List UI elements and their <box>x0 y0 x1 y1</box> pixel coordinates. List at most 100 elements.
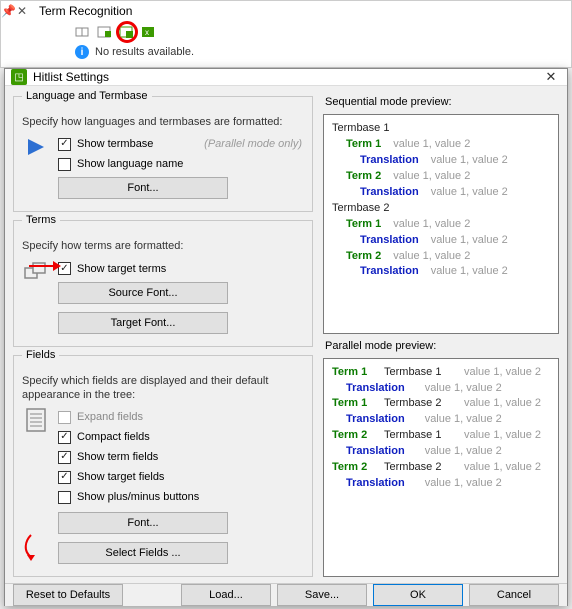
term-recognition-panel: 📌 ✕ Term Recognition x i No results avai… <box>0 0 572 68</box>
preview-text: value 1, value 2 <box>393 138 470 150</box>
preview-text: value 1, value 2 <box>431 186 508 198</box>
preview-text: Term 2 <box>332 460 376 476</box>
font-button-fields[interactable]: Font... <box>58 512 228 534</box>
group-desc: Specify how languages and termbases are … <box>22 115 304 129</box>
label-expand-fields: Expand fields <box>77 411 143 423</box>
group-desc: Specify how terms are formatted: <box>22 239 304 253</box>
checkbox-show-termbase[interactable]: ✓ <box>58 138 71 151</box>
sequential-preview-label: Sequential mode preview: <box>323 96 559 108</box>
preview-text: Translation <box>346 476 405 492</box>
panel-title: Term Recognition <box>33 2 571 20</box>
checkbox-show-term-fields[interactable]: ✓ <box>58 451 71 464</box>
checkbox-expand-fields <box>58 411 71 424</box>
label-show-termbase: Show termbase <box>77 138 153 150</box>
preview-text: Translation <box>346 412 405 428</box>
preview-text: value 1, value 2 <box>464 460 541 476</box>
preview-text: Term 1 <box>332 396 376 412</box>
group-language-termbase: Language and Termbase Specify how langua… <box>13 96 313 212</box>
preview-text: Translation <box>346 381 405 397</box>
preview-text: Term 1 <box>332 365 376 381</box>
tool-icon-2[interactable] <box>95 23 113 41</box>
preview-text: value 1, value 2 <box>425 476 502 492</box>
preview-text: value 1, value 2 <box>431 265 508 277</box>
group-terms: Terms Specify how terms are formatted: ✓… <box>13 220 313 346</box>
sequential-preview: Termbase 1 Term 1 value 1, value 2 Transl… <box>323 114 559 334</box>
preview-text: value 1, value 2 <box>464 396 541 412</box>
dialog-footer: Reset to Defaults Load... Save... OK Can… <box>5 583 567 606</box>
preview-text: value 1, value 2 <box>431 234 508 246</box>
tool-icon-settings[interactable] <box>117 23 135 41</box>
fields-icon <box>22 406 50 434</box>
preview-text: Translation <box>360 234 419 246</box>
preview-text: Term 2 <box>346 250 381 262</box>
preview-text: value 1, value 2 <box>425 381 502 397</box>
preview-text: Termbase 1 <box>332 121 550 137</box>
tool-icon-1[interactable] <box>73 23 91 41</box>
panel-toolbar: x <box>73 23 157 41</box>
preview-text: value 1, value 2 <box>393 250 470 262</box>
terms-icon <box>22 258 50 286</box>
label-show-target-fields: Show target fields <box>77 471 164 483</box>
tool-icon-4[interactable]: x <box>139 23 157 41</box>
panel-status: i No results available. <box>75 45 194 59</box>
group-title: Fields <box>22 349 59 361</box>
status-text: No results available. <box>95 46 194 58</box>
label-compact-fields: Compact fields <box>77 431 150 443</box>
preview-text: Termbase 2 <box>384 460 454 476</box>
font-button-lang[interactable]: Font... <box>58 177 228 199</box>
dialog-titlebar: ◳ Hitlist Settings ✕ <box>5 69 567 86</box>
dialog-icon: ◳ <box>11 69 27 85</box>
group-fields: Fields Specify which fields are displaye… <box>13 355 313 578</box>
preview-text: Translation <box>360 154 419 166</box>
label-show-term-fields: Show term fields <box>77 451 158 463</box>
preview-text: Term 1 <box>346 218 381 230</box>
info-icon: i <box>75 45 89 59</box>
preview-text: value 1, value 2 <box>464 428 541 444</box>
preview-text: Termbase 1 <box>384 428 454 444</box>
group-title: Terms <box>22 214 60 226</box>
label-show-target-terms: Show target terms <box>77 263 166 275</box>
play-icon <box>22 133 50 161</box>
checkbox-compact-fields[interactable]: ✓ <box>58 431 71 444</box>
preview-text: Term 2 <box>346 170 381 182</box>
close-icon[interactable]: ✕ <box>15 4 29 18</box>
select-fields-button[interactable]: Select Fields ... <box>58 542 228 564</box>
checkbox-show-target-fields[interactable]: ✓ <box>58 471 71 484</box>
preview-text: Term 2 <box>332 428 376 444</box>
preview-text: Translation <box>360 265 419 277</box>
hitlist-settings-dialog: ◳ Hitlist Settings ✕ Language and Termba… <box>4 68 568 606</box>
cancel-button[interactable]: Cancel <box>469 584 559 606</box>
checkbox-show-target-terms[interactable]: ✓ <box>58 262 71 275</box>
target-font-button[interactable]: Target Font... <box>58 312 228 334</box>
preview-text: Termbase 2 <box>332 201 550 217</box>
parallel-preview-label: Parallel mode preview: <box>323 340 559 352</box>
checkbox-show-language-name[interactable] <box>58 158 71 171</box>
preview-text: Translation <box>360 186 419 198</box>
preview-text: Translation <box>346 444 405 460</box>
dialog-title: Hitlist Settings <box>33 70 541 84</box>
preview-text: value 1, value 2 <box>393 218 470 230</box>
label-show-plus-minus: Show plus/minus buttons <box>77 491 199 503</box>
checkbox-show-plus-minus[interactable] <box>58 491 71 504</box>
save-button[interactable]: Save... <box>277 584 367 606</box>
preview-text: Termbase 2 <box>384 396 454 412</box>
preview-text: value 1, value 2 <box>431 154 508 166</box>
reset-defaults-button[interactable]: Reset to Defaults <box>13 584 123 606</box>
preview-text: value 1, value 2 <box>425 444 502 460</box>
preview-text: Termbase 1 <box>384 365 454 381</box>
preview-text: Term 1 <box>346 138 381 150</box>
svg-text:x: x <box>145 28 149 37</box>
source-font-button[interactable]: Source Font... <box>58 282 228 304</box>
preview-text: value 1, value 2 <box>425 412 502 428</box>
pin-icon[interactable]: 📌 <box>1 4 15 18</box>
dialog-close-button[interactable]: ✕ <box>541 69 561 85</box>
label-show-language-name: Show language name <box>77 158 183 170</box>
group-title: Language and Termbase <box>22 90 152 102</box>
preview-text: value 1, value 2 <box>393 170 470 182</box>
preview-text: value 1, value 2 <box>464 365 541 381</box>
note-parallel-only: (Parallel mode only) <box>204 138 304 150</box>
parallel-preview: Term 1Termbase 1value 1, value 2 Transla… <box>323 358 559 578</box>
group-desc: Specify which fields are displayed and t… <box>22 374 304 403</box>
load-button[interactable]: Load... <box>181 584 271 606</box>
ok-button[interactable]: OK <box>373 584 463 606</box>
